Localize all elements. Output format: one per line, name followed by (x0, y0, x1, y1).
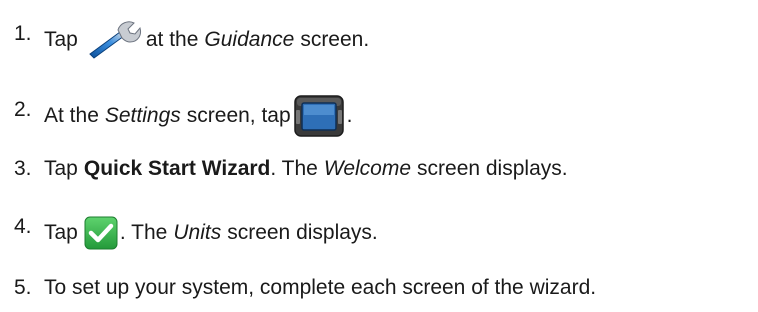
step-5: 5. To set up your system, complete each … (14, 275, 596, 301)
step-text-mid: . The (270, 157, 318, 180)
screen-name-welcome: Welcome (323, 157, 412, 180)
step-text-end: . (346, 104, 353, 127)
step-text: To set up your system, complete each scr… (44, 276, 597, 299)
screen-name-units: Units (173, 221, 222, 244)
step-number: 2. (14, 98, 32, 121)
wrench-icon (89, 21, 141, 59)
step-text: At the Settings screen, tap . (44, 92, 353, 140)
step-text-mid: . The (119, 221, 168, 244)
step-text-end: screen displays. (227, 221, 378, 244)
step-text-mid: screen, tap (186, 104, 291, 127)
step-number: 5. (14, 276, 32, 299)
step-tap-word: Tap (44, 157, 78, 180)
step-text-end: screen displays. (417, 157, 568, 180)
green-checkmark-icon (84, 216, 118, 250)
step-text-after: at the (145, 28, 199, 51)
step-number: 1. (14, 22, 32, 45)
step-tap-word: Tap (44, 221, 78, 244)
step-number: 4. (14, 215, 32, 238)
quick-start-wizard-label: Quick Start Wizard (83, 157, 271, 180)
step-text-before: At the (44, 104, 99, 127)
step-number: 3. (14, 157, 32, 180)
step-text-end: screen. (300, 28, 370, 51)
step-3: 3. Tap Quick Start Wizard . The Welcome … (14, 156, 568, 182)
step-text: Tap . The Units screen displays. (44, 216, 378, 250)
step-tap-word: Tap (44, 28, 78, 51)
step-2: 2. At the Settings screen, tap . (14, 92, 353, 140)
screen-name-settings: Settings (104, 104, 181, 127)
step-1: 1. Tap at the Guidance screen. (14, 20, 369, 60)
display-console-icon (293, 95, 344, 137)
step-text: Tap Quick Start Wizard . The Welcome scr… (44, 156, 568, 182)
step-text: Tap at the Guidance screen. (44, 20, 369, 60)
step-4: 4. Tap . The Units screen displays. (14, 215, 378, 250)
screen-name-guidance: Guidance (204, 28, 295, 51)
